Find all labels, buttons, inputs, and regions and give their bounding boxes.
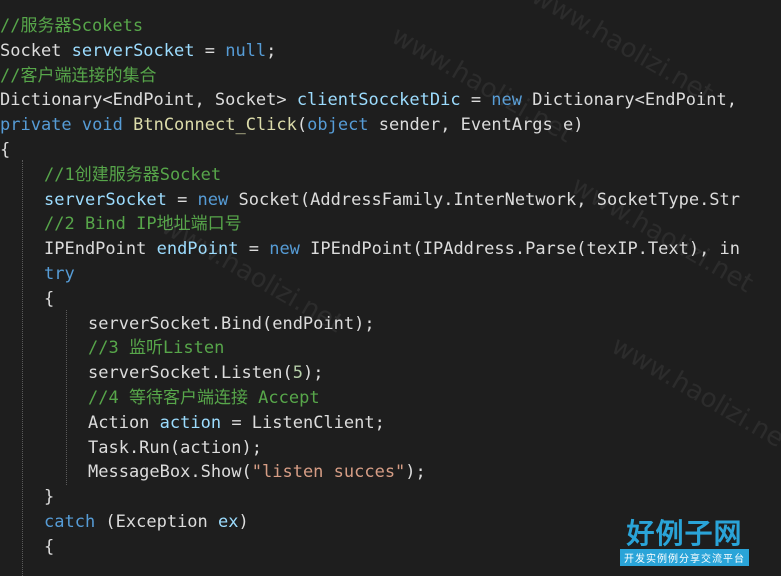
- code-line[interactable]: //2 Bind IP地址端口号: [44, 212, 242, 237]
- code-token: new: [491, 90, 523, 111]
- code-token: serverSocket: [44, 189, 167, 210]
- code-token: try: [44, 264, 75, 284]
- code-line[interactable]: {: [44, 287, 54, 312]
- code-line[interactable]: IPEndPoint endPoint = new IPEndPoint(IPA…: [44, 237, 740, 262]
- code-line[interactable]: Socket serverSocket = null;: [0, 39, 276, 64]
- code-line[interactable]: //服务器Scokets: [0, 14, 143, 39]
- code-token: Socket(AddressFamily.InterNetwork, Socke…: [228, 189, 741, 210]
- code-line[interactable]: Task.Run(action);: [88, 436, 262, 461]
- code-token: null: [225, 40, 267, 61]
- code-line[interactable]: catch (Exception ex): [44, 510, 249, 535]
- code-token: =: [194, 40, 226, 61]
- code-line[interactable]: Dictionary<EndPoint, Socket> clientSocck…: [0, 88, 737, 113]
- code-line[interactable]: //3 监听Listen: [88, 336, 224, 361]
- logo-title: 好例子网: [626, 517, 743, 550]
- watermark-logo: 好例子网 开发实例例分享交流平台: [620, 519, 749, 566]
- indent-guide-2: [66, 310, 67, 485]
- code-line[interactable]: //4 等待客户端连接 Accept: [88, 386, 320, 411]
- code-line[interactable]: serverSocket.Bind(endPoint);: [88, 312, 375, 337]
- logo-subtitle: 开发实例例分享交流平台: [620, 549, 749, 566]
- code-token: //客户端连接的集合: [0, 65, 157, 86]
- code-token: Dictionary<EndPoint, Socket>: [0, 90, 297, 111]
- code-token: Action: [88, 412, 160, 433]
- code-token: new: [269, 239, 300, 260]
- code-token: action: [159, 412, 222, 433]
- code-token: //服务器Scokets: [0, 16, 144, 36]
- code-line[interactable]: }: [44, 485, 54, 510]
- code-token: (: [296, 115, 308, 136]
- code-editor[interactable]: //服务器Scokets Socket serverSocket = null; /…: [0, 0, 781, 576]
- code-token: {: [44, 536, 55, 557]
- code-token: }: [44, 487, 55, 508]
- code-line[interactable]: //客户端连接的集合: [0, 64, 156, 89]
- code-token: IPEndPoint(IPAddress.Parse(texIP.Text), …: [299, 239, 741, 260]
- code-token: endPoint: [156, 239, 239, 260]
- code-token: void: [81, 115, 123, 136]
- code-token: =: [238, 239, 270, 260]
- indent-guide-1: [22, 160, 23, 576]
- code-token: //2 Bind IP地址端口号: [44, 214, 242, 235]
- code-token: IPEndPoint: [44, 239, 157, 260]
- code-token: Task.Run(action);: [88, 437, 262, 458]
- code-token: private: [0, 115, 72, 136]
- code-token: Dictionary<EndPoint,: [522, 90, 737, 111]
- code-token: ;: [266, 40, 277, 61]
- code-line[interactable]: //1创建服务器Socket: [44, 163, 221, 188]
- code-token: );: [302, 363, 324, 384]
- code-token: {: [0, 140, 11, 160]
- code-token: catch: [44, 512, 96, 532]
- code-token: serverSocket.Bind(endPoint);: [88, 313, 375, 334]
- code-token: =: [166, 189, 198, 210]
- code-token: new: [197, 189, 229, 210]
- code-line[interactable]: serverSocket.Listen(5);: [88, 361, 323, 386]
- code-token: //1创建服务器Socket: [44, 164, 222, 185]
- code-token: clientSoccketDic: [296, 90, 461, 111]
- code-token: MessageBox.Show(: [88, 462, 252, 483]
- code-token: (Exception: [95, 512, 219, 532]
- code-line[interactable]: Action action = ListenClient;: [88, 411, 385, 436]
- code-token: BtnConnect_Click: [133, 115, 297, 136]
- code-line[interactable]: private void BtnConnect_Click(object sen…: [0, 113, 583, 138]
- code-token: =: [460, 90, 492, 111]
- code-line[interactable]: {: [44, 535, 54, 560]
- code-token: ): [238, 512, 249, 532]
- code-token: Socket: [0, 40, 72, 61]
- code-token: object: [307, 115, 369, 136]
- code-token: ex: [218, 512, 239, 532]
- code-token: //4 等待客户端连接 Accept: [88, 388, 320, 408]
- code-token: serverSocket: [71, 40, 195, 61]
- code-token: );: [405, 462, 426, 483]
- code-token: serverSocket.Listen(: [88, 363, 293, 384]
- code-line[interactable]: {: [0, 138, 10, 163]
- code-line[interactable]: MessageBox.Show("listen succes");: [88, 460, 426, 485]
- code-line[interactable]: try: [44, 262, 75, 287]
- code-token: = ListenClient;: [221, 412, 385, 433]
- code-token: sender, EventArgs e): [368, 115, 584, 136]
- code-token: "listen succes": [251, 462, 406, 483]
- code-line[interactable]: serverSocket = new Socket(AddressFamily.…: [44, 188, 740, 213]
- code-token: 5: [292, 363, 303, 384]
- code-token: //3 监听Listen: [88, 338, 225, 359]
- code-token: {: [44, 288, 55, 309]
